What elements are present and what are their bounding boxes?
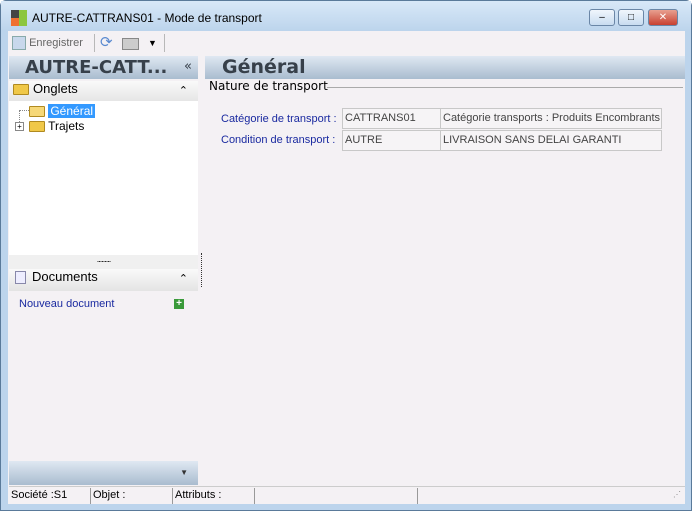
save-label: Enregistrer (29, 37, 83, 49)
client-area: Enregistrer ⟳ ▼ AUTRE-CATT... « Onglets … (8, 31, 685, 504)
group-title: Nature de transport (209, 79, 328, 93)
window: AUTRE-CATTRANS01 - Mode de transport – □… (0, 0, 692, 511)
record-title-text: AUTRE-CATT... (25, 57, 168, 78)
chevron-up-icon[interactable]: ⌃ (179, 272, 188, 285)
status-objet: Objet : (91, 488, 173, 504)
folder-icon (13, 84, 29, 96)
tree-item-label: Général (48, 104, 96, 118)
maximize-button[interactable]: □ (618, 9, 644, 26)
group-line (327, 87, 683, 88)
status-bar: Société :S1 Objet : Attributs : ⋰ (9, 486, 685, 504)
onglets-label: Onglets (33, 81, 78, 96)
documents-label: Documents (32, 269, 98, 284)
expand-icon[interactable]: + (15, 122, 24, 131)
category-description-field: Catégorie transports : Produits Encombra… (440, 108, 662, 129)
minimize-button[interactable]: – (589, 9, 615, 26)
refresh-icon[interactable]: ⟳ (100, 34, 113, 52)
folder-icon (29, 121, 45, 133)
status-societe: Société :S1 (9, 488, 91, 504)
app-icon (11, 10, 27, 26)
separator (164, 34, 165, 52)
onglets-header[interactable]: Onglets ⌃ (9, 81, 198, 103)
open-folder-icon (29, 106, 45, 118)
window-title: AUTRE-CATTRANS01 - Mode de transport (32, 11, 262, 25)
main-panel: Général Nature de transport Catégorie de… (205, 55, 685, 485)
bottom-panel-bar: ▼ (9, 461, 198, 485)
collapse-panel-button[interactable]: « (184, 59, 192, 74)
close-button[interactable]: ✕ (648, 9, 678, 26)
vertical-splitter[interactable] (201, 253, 202, 287)
save-button[interactable]: Enregistrer (12, 34, 83, 52)
separator (94, 34, 95, 52)
category-label: Catégorie de transport : (221, 113, 337, 125)
tabs-tree: Général + Trajets (9, 101, 198, 255)
page-title: Général (205, 56, 685, 79)
record-title: AUTRE-CATT... « (9, 56, 198, 79)
add-icon[interactable]: + (174, 299, 184, 309)
print-button[interactable] (122, 34, 140, 52)
resize-grip-icon[interactable]: ⋰ (673, 490, 681, 499)
splitter-handle[interactable]: ......... (9, 255, 198, 269)
document-icon (15, 271, 26, 285)
save-icon (12, 36, 26, 51)
condition-code-field[interactable]: AUTRE (342, 130, 441, 151)
condition-description-field: LIVRAISON SANS DELAI GARANTI (440, 130, 662, 151)
tree-item-label: Trajets (48, 119, 85, 133)
print-dropdown-icon[interactable]: ▼ (148, 34, 157, 52)
documents-header[interactable]: Documents ⌃ (9, 269, 198, 291)
tree-item-trajets[interactable]: Trajets (29, 119, 84, 133)
new-document-link[interactable]: Nouveau document (19, 298, 114, 310)
condition-label: Condition de transport : (221, 134, 336, 146)
chevron-down-icon[interactable]: ▼ (180, 468, 188, 477)
chevron-up-icon[interactable]: ⌃ (179, 84, 188, 97)
title-bar: AUTRE-CATTRANS01 - Mode de transport – □… (1, 1, 691, 31)
left-panel: AUTRE-CATT... « Onglets ⌃ Général + Traj… (9, 55, 198, 485)
tree-item-general[interactable]: Général (29, 104, 96, 118)
category-code-field[interactable]: CATTRANS01 (342, 108, 441, 129)
status-empty (255, 488, 418, 504)
printer-icon (122, 38, 139, 50)
status-attributs: Attributs : (173, 488, 255, 504)
toolbar: Enregistrer ⟳ ▼ (8, 31, 685, 55)
